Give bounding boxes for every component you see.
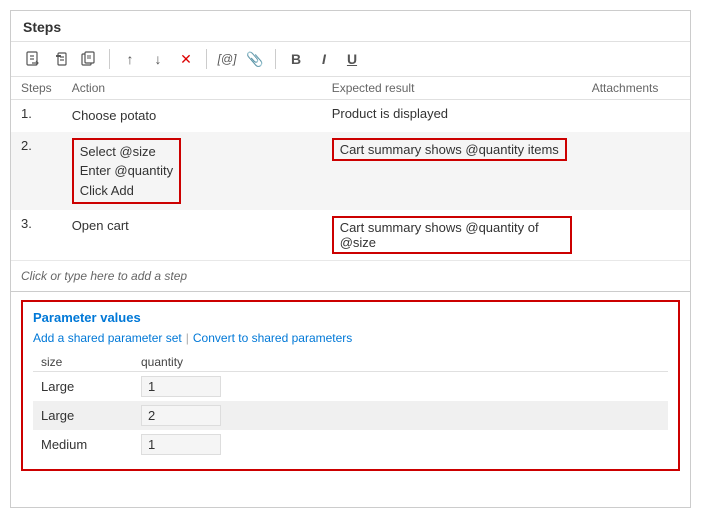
insert-param-button[interactable]: [@] — [215, 47, 239, 71]
param-table: size quantity LargeLargeMedium — [33, 353, 668, 459]
param-section: Parameter values Add a shared parameter … — [21, 300, 680, 471]
param-quantity-cell[interactable] — [133, 401, 668, 430]
param-col-quantity: quantity — [133, 353, 668, 372]
move-up-button[interactable]: ↑ — [118, 47, 142, 71]
col-action: Action — [62, 77, 322, 100]
move-down-button[interactable]: ↓ — [146, 47, 170, 71]
italic-button[interactable]: I — [312, 47, 336, 71]
step-num: 2. — [11, 132, 62, 211]
param-size-cell: Large — [33, 372, 133, 402]
param-quantity-input[interactable] — [141, 434, 221, 455]
step-expected[interactable]: Product is displayed — [322, 100, 582, 132]
param-quantity-cell[interactable] — [133, 372, 668, 402]
divider — [11, 291, 690, 292]
step-num: 3. — [11, 210, 62, 260]
param-quantity-input[interactable] — [141, 405, 221, 426]
convert-to-shared-link[interactable]: Convert to shared parameters — [193, 331, 352, 345]
col-expected: Expected result — [322, 77, 582, 100]
param-link-separator: | — [186, 331, 189, 345]
toolbar-separator-3 — [275, 49, 276, 69]
col-steps: Steps — [11, 77, 62, 100]
step-expected[interactable]: Cart summary shows @quantity items — [322, 132, 582, 211]
step-attachments — [582, 210, 690, 260]
step-action[interactable]: Select @size Enter @quantity Click Add — [62, 132, 322, 211]
section-title: Steps — [11, 11, 690, 42]
param-row: Medium — [33, 430, 668, 459]
attach-button[interactable]: 📎 — [243, 47, 267, 71]
table-row: 2.Select @size Enter @quantity Click Add… — [11, 132, 690, 211]
param-quantity-cell[interactable] — [133, 430, 668, 459]
add-step-prompt[interactable]: Click or type here to add a step — [11, 260, 690, 291]
param-quantity-input[interactable] — [141, 376, 221, 397]
param-title: Parameter values — [33, 310, 668, 325]
add-shared-param-link[interactable]: Add a shared parameter set — [33, 331, 182, 345]
toolbar-separator-1 — [109, 49, 110, 69]
step-num: 1. — [11, 100, 62, 132]
param-links: Add a shared parameter set | Convert to … — [33, 331, 668, 345]
step-action[interactable]: Open cart — [62, 210, 322, 260]
param-row: Large — [33, 401, 668, 430]
step-action[interactable]: Choose potato — [62, 100, 322, 132]
delete-button[interactable]: ✕ — [174, 47, 198, 71]
duplicate-step-icon[interactable] — [77, 47, 101, 71]
paste-step-icon[interactable] — [49, 47, 73, 71]
table-row: 3.Open cartCart summary shows @quantity … — [11, 210, 690, 260]
toolbar: ↑ ↓ ✕ [@] 📎 B I U — [11, 42, 690, 77]
underline-button[interactable]: U — [340, 47, 364, 71]
step-attachments — [582, 100, 690, 132]
table-row: 1.Choose potatoProduct is displayed — [11, 100, 690, 132]
step-attachments — [582, 132, 690, 211]
param-col-size: size — [33, 353, 133, 372]
col-attachments: Attachments — [582, 77, 690, 100]
toolbar-separator-2 — [206, 49, 207, 69]
steps-table: Steps Action Expected result Attachments… — [11, 77, 690, 260]
step-expected[interactable]: Cart summary shows @quantity of @size — [322, 210, 582, 260]
param-row: Large — [33, 372, 668, 402]
param-size-cell: Medium — [33, 430, 133, 459]
param-size-cell: Large — [33, 401, 133, 430]
bold-button[interactable]: B — [284, 47, 308, 71]
add-step-icon[interactable] — [21, 47, 45, 71]
